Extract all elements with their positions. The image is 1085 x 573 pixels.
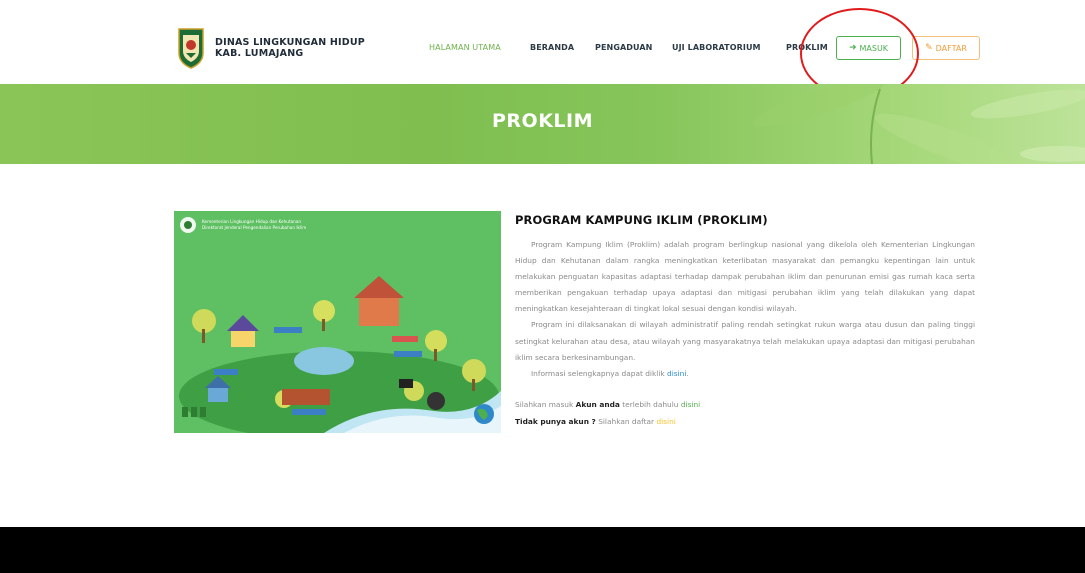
content-title: PROGRAM KAMPUNG IKLIM (PROKLIM): [515, 213, 768, 227]
more-info-link[interactable]: disini: [667, 369, 686, 378]
signup-link[interactable]: disini: [656, 417, 675, 426]
proklim-illustration: Kementerian Lingkungan Hidup dan Kehutan…: [174, 211, 501, 433]
login-link[interactable]: disini: [681, 400, 700, 409]
org-name: DINAS LINGKUNGAN HIDUP KAB. LUMAJANG: [215, 37, 365, 59]
page-banner: PROKLIM: [0, 84, 1085, 164]
illustration-caption-2: Direktorat Jenderal Pengendalian Perubah…: [202, 225, 306, 230]
nav-pengaduan[interactable]: PENGADUAN: [595, 43, 652, 52]
paragraph-scope: Program ini dilaksanakan di wilayah admi…: [515, 320, 975, 362]
site-footer: [0, 527, 1085, 573]
site-logo[interactable]: DINAS LINGKUNGAN HIDUP KAB. LUMAJANG: [177, 27, 365, 69]
org-name-line2: KAB. LUMAJANG: [215, 48, 304, 59]
register-button-label: DAFTAR: [935, 43, 967, 53]
signup-line: Tidak punya akun ? Silahkan daftar disin…: [515, 413, 975, 430]
nav-halaman-utama[interactable]: HALAMAN UTAMA: [429, 43, 501, 52]
edit-icon: ✎: [925, 43, 933, 53]
login-mid-text: terlebih dahulu: [622, 399, 679, 409]
proklim-content: PROGRAM KAMPUNG IKLIM (PROKLIM) Program …: [515, 213, 975, 430]
banner-title: PROKLIM: [491, 110, 593, 132]
paragraph-more-info: Informasi selengkapnya dapat diklik disi…: [531, 368, 689, 378]
illustration-caption-1: Kementerian Lingkungan Hidup dan Kehutan…: [202, 219, 301, 224]
login-prompt: Silahkan masuk Akun anda terlebih dahulu…: [515, 396, 975, 430]
register-button[interactable]: ✎ DAFTAR: [912, 36, 980, 60]
site-header: DINAS LINGKUNGAN HIDUP KAB. LUMAJANG HAL…: [0, 0, 1085, 99]
lumajang-emblem-icon: [178, 28, 204, 69]
org-name-line1: DINAS LINGKUNGAN HIDUP: [215, 37, 365, 48]
content-body: Program Kampung Iklim (Proklim) adalah p…: [515, 237, 975, 382]
signup-bold-text: Tidak punya akun ?: [515, 416, 596, 426]
paragraph-definition: Program Kampung Iklim (Proklim) adalah p…: [515, 240, 975, 314]
login-bold-text: Akun anda: [575, 399, 620, 409]
proklim-illustration-art: Kementerian Lingkungan Hidup dan Kehutan…: [174, 211, 501, 433]
more-info-text: Informasi selengkapnya dapat diklik: [531, 368, 665, 378]
nav-uji-laboratorium[interactable]: UJI LABORATORIUM: [672, 43, 761, 52]
signup-mid-text: Silahkan daftar: [598, 416, 655, 426]
login-pre-text: Silahkan masuk: [515, 399, 574, 409]
login-line: Silahkan masuk Akun anda terlebih dahulu…: [515, 396, 975, 413]
nav-beranda[interactable]: BERANDA: [530, 43, 574, 52]
